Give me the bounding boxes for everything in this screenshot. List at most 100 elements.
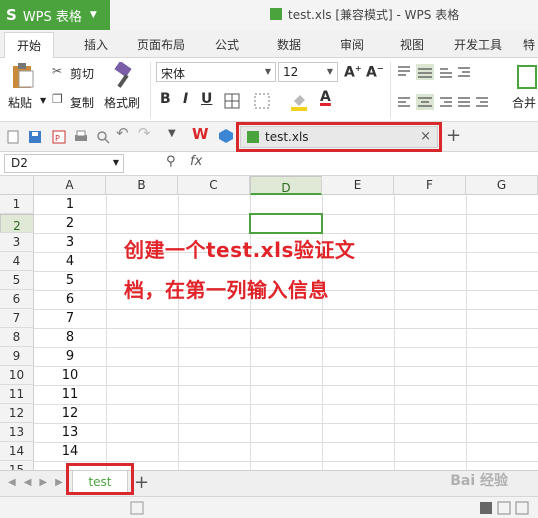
row-header[interactable]: 6 — [0, 290, 34, 309]
chevron-down-icon: ▼ — [112, 158, 119, 167]
row-header[interactable]: 13 — [0, 423, 34, 442]
format-painter-button[interactable]: 格式刷 — [104, 94, 140, 111]
row-header[interactable]: 14 — [0, 442, 34, 461]
column-header-c[interactable]: C — [178, 176, 250, 195]
gridline — [34, 423, 538, 424]
font-color-icon[interactable]: A — [320, 89, 331, 105]
cell-a11[interactable]: 11 — [34, 385, 106, 404]
tab-special[interactable]: 特 — [523, 36, 535, 53]
column-header-e[interactable]: E — [322, 176, 394, 195]
italic-button[interactable]: I — [183, 91, 188, 107]
column-header-b[interactable]: B — [106, 176, 178, 195]
spreadsheet-grid[interactable]: A B C D E F G 1 2 3 4 5 6 7 8 9 10 11 12… — [0, 176, 538, 470]
view-mode-icons[interactable] — [480, 501, 530, 515]
cell-a12[interactable]: 12 — [34, 404, 106, 423]
tab-review[interactable]: 审阅 — [340, 36, 364, 53]
cell-a3[interactable]: 3 — [34, 233, 106, 252]
sheet-nav-arrows[interactable]: ◀◀▶▶ — [8, 477, 71, 488]
row-header[interactable]: 12 — [0, 404, 34, 423]
wps-home-icon[interactable]: W — [192, 125, 209, 143]
font-name-select[interactable]: 宋体 ▼ — [156, 62, 276, 82]
export-pdf-icon[interactable]: P — [52, 130, 66, 144]
cell-a2[interactable]: 2 — [34, 214, 106, 233]
chevron-down-icon[interactable]: ▼ — [168, 128, 176, 139]
font-size-select[interactable]: 12 ▼ — [278, 62, 338, 82]
row-header[interactable]: 2 — [0, 214, 34, 233]
format-painter-icon[interactable] — [110, 62, 136, 90]
quick-access-bar: P ↶ ↷ ▼ W test.xls × + — [0, 122, 538, 152]
new-file-icon[interactable] — [6, 130, 20, 144]
svg-text:P: P — [55, 134, 60, 143]
tab-page-layout[interactable]: 页面布局 — [137, 36, 185, 53]
cell-a7[interactable]: 7 — [34, 309, 106, 328]
row-header[interactable]: 15 — [0, 461, 34, 470]
tab-insert[interactable]: 插入 — [84, 36, 108, 53]
cell-a9[interactable]: 9 — [34, 347, 106, 366]
fill-pattern-icon[interactable] — [254, 93, 270, 109]
cell-a10[interactable]: 10 — [34, 366, 106, 385]
tab-formulas[interactable]: 公式 — [215, 36, 239, 53]
column-header-g[interactable]: G — [466, 176, 538, 195]
paste-button[interactable]: 粘贴 — [8, 94, 32, 111]
border-icon[interactable] — [224, 93, 240, 109]
cell-a8[interactable]: 8 — [34, 328, 106, 347]
app-name: WPS 表格 — [22, 9, 82, 25]
paste-icon[interactable] — [10, 62, 36, 90]
tab-developer[interactable]: 开发工具 — [454, 36, 502, 53]
save-icon[interactable] — [28, 130, 42, 144]
copy-button[interactable]: 复制 — [70, 94, 94, 111]
fill-color-icon[interactable] — [290, 91, 308, 111]
row-header[interactable]: 9 — [0, 347, 34, 366]
active-cell-d2[interactable] — [249, 213, 323, 234]
redo-icon[interactable]: ↷ — [138, 124, 151, 142]
column-header-d[interactable]: D — [250, 176, 322, 195]
cube-icon[interactable] — [218, 128, 234, 144]
underline-button[interactable]: U — [201, 91, 212, 107]
row-header[interactable]: 3 — [0, 233, 34, 252]
row-header[interactable]: 1 — [0, 195, 34, 214]
window-title: test.xls [兼容模式] - WPS 表格 — [270, 6, 459, 23]
merge-cells-icon[interactable] — [516, 64, 538, 90]
row-header[interactable]: 11 — [0, 385, 34, 404]
app-menu-button[interactable]: S WPS 表格 ▼ — [0, 0, 110, 30]
print-preview-icon[interactable] — [96, 130, 110, 144]
name-box[interactable]: D2 ▼ — [4, 154, 124, 173]
alignment-group — [398, 64, 488, 110]
undo-icon[interactable]: ↶ — [116, 124, 129, 142]
print-icon[interactable] — [74, 130, 88, 144]
gridline — [34, 404, 538, 405]
row-header[interactable]: 5 — [0, 271, 34, 290]
row-header[interactable]: 4 — [0, 252, 34, 271]
row-header[interactable]: 8 — [0, 328, 34, 347]
tab-data[interactable]: 数据 — [277, 36, 301, 53]
cell-a6[interactable]: 6 — [34, 290, 106, 309]
gridline — [106, 195, 107, 470]
select-all-corner[interactable] — [0, 176, 34, 195]
window-title-text: test.xls [兼容模式] - WPS 表格 — [288, 8, 460, 22]
cut-button[interactable]: 剪切 — [70, 65, 94, 82]
new-tab-icon[interactable]: + — [446, 125, 461, 146]
zoom-search-icon[interactable]: ⚲ — [166, 154, 176, 169]
chevron-down-icon: ▼ — [326, 67, 333, 76]
merge-button[interactable]: 合并 — [512, 94, 536, 111]
tab-view[interactable]: 视图 — [400, 36, 424, 53]
cell-a13[interactable]: 13 — [34, 423, 106, 442]
cell-a1[interactable]: 1 — [34, 195, 106, 214]
paste-dropdown-icon[interactable]: ▼ — [40, 96, 46, 105]
bold-button[interactable]: B — [160, 91, 171, 107]
cell-a14[interactable]: 14 — [34, 442, 106, 461]
gridline — [34, 271, 538, 272]
decrease-font-icon[interactable]: A− — [366, 64, 384, 81]
column-header-f[interactable]: F — [394, 176, 466, 195]
cell-a5[interactable]: 5 — [34, 271, 106, 290]
add-sheet-icon[interactable]: + — [134, 472, 149, 493]
cell-a4[interactable]: 4 — [34, 252, 106, 271]
increase-font-icon[interactable]: A+ — [344, 64, 362, 81]
row-header[interactable]: 7 — [0, 309, 34, 328]
column-header-a[interactable]: A — [34, 176, 106, 195]
row-header[interactable]: 10 — [0, 366, 34, 385]
tab-home[interactable]: 开始 — [4, 32, 55, 59]
formula-bar: D2 ▼ ⚲ fx — [0, 152, 538, 176]
ribbon-tabs: 开始 插入 页面布局 公式 数据 审阅 视图 开发工具 特 — [0, 30, 538, 59]
function-icon[interactable]: fx — [190, 154, 202, 169]
